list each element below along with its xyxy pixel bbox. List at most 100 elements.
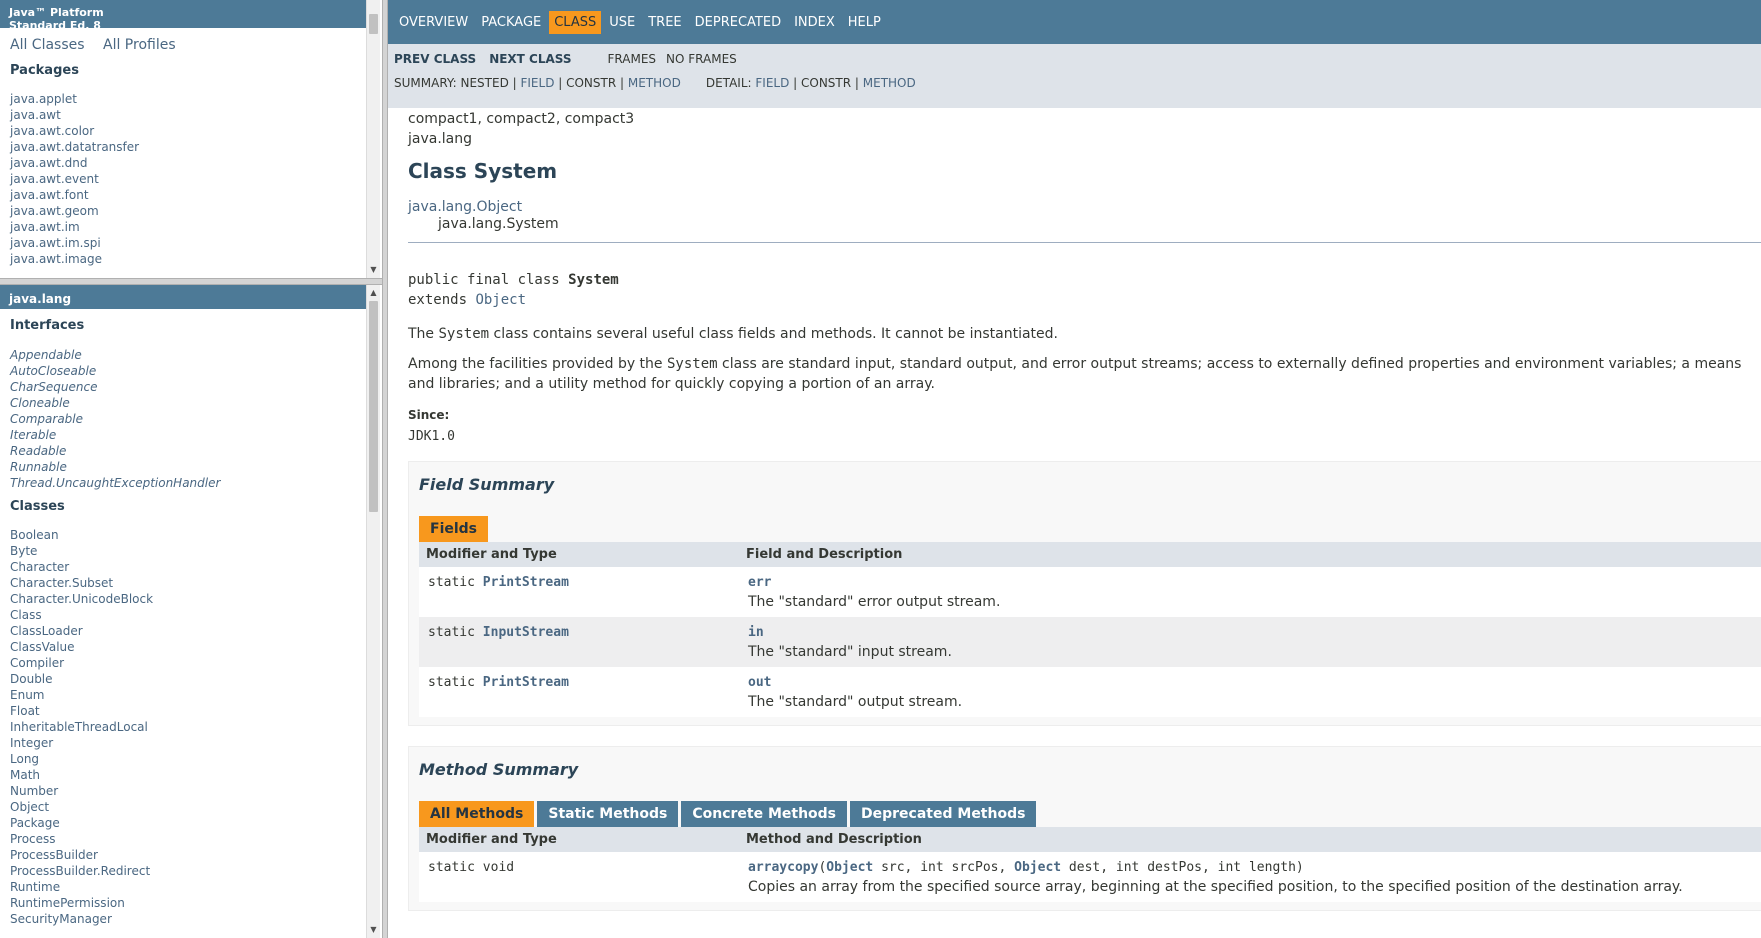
interface-link[interactable]: Runnable bbox=[10, 459, 370, 475]
class-link[interactable]: Boolean bbox=[10, 527, 370, 543]
field-type-link[interactable]: PrintStream bbox=[483, 575, 569, 590]
field-type-cell: static InputStream bbox=[419, 617, 739, 667]
packages-scrollbar-thumb[interactable] bbox=[369, 14, 378, 34]
field-description: The "standard" output stream. bbox=[748, 694, 963, 710]
class-link[interactable]: Math bbox=[10, 767, 370, 783]
next-class-link[interactable]: NEXT CLASS bbox=[489, 52, 571, 66]
class-link[interactable]: Enum bbox=[10, 687, 370, 703]
class-link[interactable]: Character.UnicodeBlock bbox=[10, 591, 370, 607]
class-link[interactable]: Number bbox=[10, 783, 370, 799]
class-link[interactable]: InheritableThreadLocal bbox=[10, 719, 370, 735]
class-link[interactable]: Package bbox=[10, 815, 370, 831]
nav-index[interactable]: INDEX bbox=[789, 11, 840, 34]
field-modifier: static bbox=[428, 675, 483, 690]
field-type-link[interactable]: InputStream bbox=[483, 625, 569, 640]
nav-tree[interactable]: TREE bbox=[643, 11, 686, 34]
nav-deprecated[interactable]: DEPRECATED bbox=[690, 11, 786, 34]
tab-static-methods[interactable]: Static Methods bbox=[537, 801, 679, 827]
package-link[interactable]: java.awt.event bbox=[10, 171, 370, 187]
package-name-title[interactable]: java.lang bbox=[0, 285, 366, 309]
method-signature: arraycopy(Object src, int srcPos, Object… bbox=[748, 860, 1761, 875]
separator: | bbox=[851, 76, 863, 90]
frames-link[interactable]: FRAMES bbox=[608, 52, 657, 66]
interface-link[interactable]: AutoCloseable bbox=[10, 363, 370, 379]
class-link[interactable]: Object bbox=[10, 799, 370, 815]
class-link[interactable]: Double bbox=[10, 671, 370, 687]
field-name-link[interactable]: out bbox=[748, 675, 1761, 690]
class-link[interactable]: Long bbox=[10, 751, 370, 767]
class-link[interactable]: Compiler bbox=[10, 655, 370, 671]
interface-link[interactable]: Comparable bbox=[10, 411, 370, 427]
class-link[interactable]: Byte bbox=[10, 543, 370, 559]
class-link[interactable]: Process bbox=[10, 831, 370, 847]
classes-scrollbar[interactable]: ▲ ▼ bbox=[366, 285, 380, 938]
nav-overview[interactable]: OVERVIEW bbox=[394, 11, 473, 34]
prev-class-link[interactable]: PREV CLASS bbox=[394, 52, 476, 66]
nav-help[interactable]: HELP bbox=[843, 11, 886, 34]
param-type-link[interactable]: Object bbox=[1014, 860, 1061, 875]
param-text: dest, bbox=[1061, 860, 1116, 875]
nav-package[interactable]: PACKAGE bbox=[476, 11, 546, 34]
field-name-link[interactable]: err bbox=[748, 575, 1761, 590]
packages-scrollbar[interactable]: ▼ bbox=[366, 0, 380, 278]
scroll-down-arrow-icon[interactable]: ▼ bbox=[367, 264, 380, 276]
all-classes-link[interactable]: All Classes bbox=[10, 37, 85, 53]
package-link[interactable]: java.awt.im bbox=[10, 219, 370, 235]
detail-label: DETAIL: bbox=[705, 76, 756, 90]
class-link[interactable]: ClassValue bbox=[10, 639, 370, 655]
scroll-down-arrow-icon[interactable]: ▼ bbox=[367, 924, 380, 936]
detail-field-link[interactable]: FIELD bbox=[755, 76, 789, 90]
classes-scrollbar-thumb[interactable] bbox=[369, 301, 378, 512]
interface-link[interactable]: Readable bbox=[10, 443, 370, 459]
package-link[interactable]: java.awt.im.spi bbox=[10, 235, 370, 251]
package-link[interactable]: java.awt.dnd bbox=[10, 155, 370, 171]
package-link[interactable]: java.awt.image bbox=[10, 251, 370, 267]
no-frames-link[interactable]: NO FRAMES bbox=[666, 52, 737, 66]
package-link[interactable]: java.awt.geom bbox=[10, 203, 370, 219]
class-link[interactable]: Float bbox=[10, 703, 370, 719]
class-link[interactable]: Class bbox=[10, 607, 370, 623]
field-desc-cell: in The "standard" input stream. bbox=[739, 617, 1761, 667]
class-link[interactable]: Character.Subset bbox=[10, 575, 370, 591]
interface-link[interactable]: Thread.UncaughtExceptionHandler bbox=[10, 475, 370, 491]
frame-divider[interactable] bbox=[0, 278, 382, 285]
nav-use[interactable]: USE bbox=[604, 11, 640, 34]
inherit-parent-link[interactable]: java.lang.Object bbox=[408, 199, 1761, 216]
field-summary-heading: Field Summary bbox=[419, 475, 555, 494]
class-link[interactable]: Runtime bbox=[10, 879, 370, 895]
interface-link[interactable]: Iterable bbox=[10, 427, 370, 443]
class-link[interactable]: Character bbox=[10, 559, 370, 575]
package-link[interactable]: java.applet bbox=[10, 91, 370, 107]
method-summary-block: Method Summary All Methods Static Methods… bbox=[408, 746, 1761, 911]
tab-deprecated-methods[interactable]: Deprecated Methods bbox=[850, 801, 1037, 827]
scroll-up-arrow-icon[interactable]: ▲ bbox=[367, 287, 380, 299]
field-name-link[interactable]: in bbox=[748, 625, 1761, 640]
method-description: Copies an array from the specified sourc… bbox=[748, 879, 1683, 895]
tab-all-methods[interactable]: All Methods bbox=[419, 801, 535, 827]
class-link[interactable]: RuntimePermission bbox=[10, 895, 370, 911]
package-link[interactable]: java.awt.font bbox=[10, 187, 370, 203]
summary-method-link[interactable]: METHOD bbox=[628, 76, 681, 90]
interface-link[interactable]: Appendable bbox=[10, 347, 370, 363]
nav-class[interactable]: CLASS bbox=[549, 10, 602, 34]
class-link[interactable]: Integer bbox=[10, 735, 370, 751]
tab-concrete-methods[interactable]: Concrete Methods bbox=[681, 801, 848, 827]
class-link[interactable]: ClassLoader bbox=[10, 623, 370, 639]
param-type-link[interactable]: Object bbox=[826, 860, 873, 875]
package-link[interactable]: java.awt.color bbox=[10, 123, 370, 139]
interface-link[interactable]: Cloneable bbox=[10, 395, 370, 411]
detail-method-link[interactable]: METHOD bbox=[863, 76, 916, 90]
class-link[interactable]: ProcessBuilder bbox=[10, 847, 370, 863]
method-name-link[interactable]: arraycopy bbox=[748, 860, 818, 875]
summary-field-link[interactable]: FIELD bbox=[520, 76, 554, 90]
package-link[interactable]: java.awt.datatransfer bbox=[10, 139, 370, 155]
field-type-link[interactable]: PrintStream bbox=[483, 675, 569, 690]
interface-link[interactable]: CharSequence bbox=[10, 379, 370, 395]
class-link[interactable]: ProcessBuilder.Redirect bbox=[10, 863, 370, 879]
profiles: compact1, compact2, compact3 bbox=[408, 111, 635, 127]
package-link[interactable]: java.awt bbox=[10, 107, 370, 123]
all-profiles-link[interactable]: All Profiles bbox=[103, 37, 176, 53]
tab-fields[interactable]: Fields bbox=[419, 516, 489, 542]
extends-object-link[interactable]: Object bbox=[475, 292, 526, 308]
class-link[interactable]: SecurityManager bbox=[10, 911, 370, 927]
